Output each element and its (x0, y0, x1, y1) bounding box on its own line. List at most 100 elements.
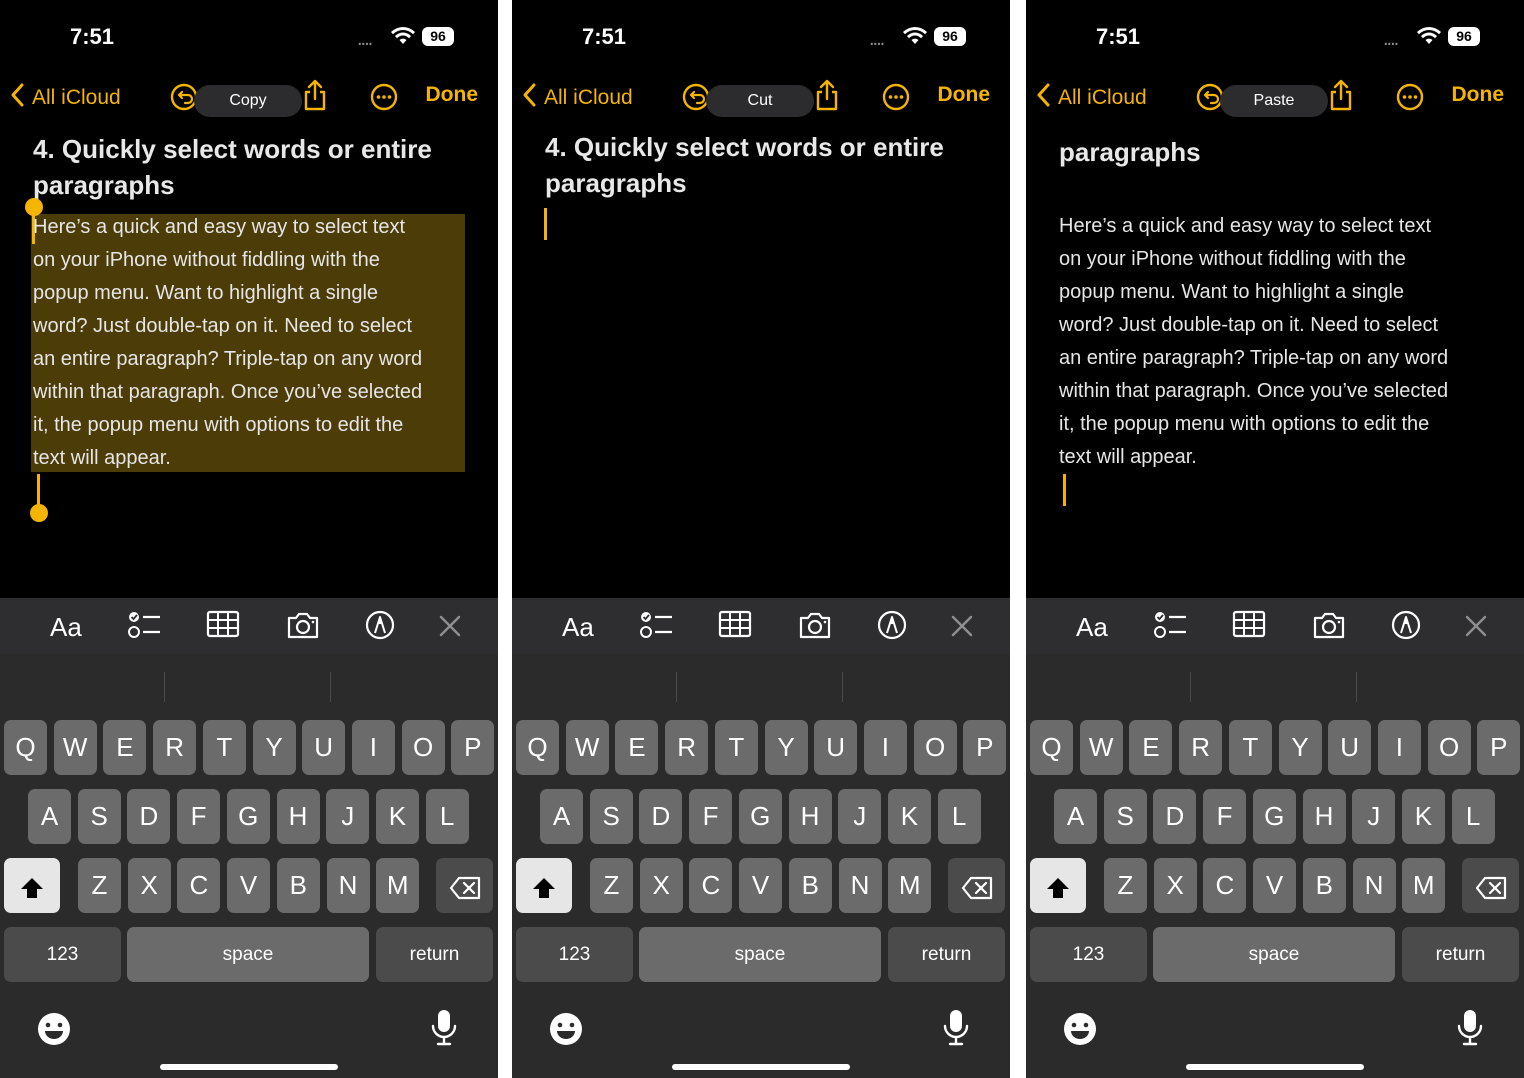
key-s[interactable]: S (77, 789, 121, 844)
key-z[interactable]: Z (1104, 858, 1147, 913)
key-u[interactable]: U (1328, 720, 1372, 775)
shift-key[interactable] (1030, 858, 1086, 913)
key-c[interactable]: C (689, 858, 733, 913)
done-button[interactable]: Done (426, 83, 479, 107)
key-i[interactable]: I (1377, 720, 1421, 775)
key-f[interactable]: F (177, 789, 221, 844)
key-b[interactable]: B (1302, 858, 1346, 913)
key-d[interactable]: D (639, 789, 683, 844)
key-t[interactable]: T (202, 720, 246, 775)
space-key[interactable]: space (1153, 927, 1395, 982)
key-c[interactable]: C (1203, 858, 1247, 913)
key-n[interactable]: N (838, 858, 882, 913)
key-j[interactable]: J (838, 789, 882, 844)
close-icon[interactable] (438, 614, 462, 643)
numbers-key[interactable]: 123 (516, 927, 633, 982)
edit-menu-paste-button[interactable]: Paste (1220, 85, 1328, 117)
key-l[interactable]: L (1451, 789, 1495, 844)
table-icon[interactable] (206, 610, 240, 643)
table-icon[interactable] (718, 610, 752, 643)
numbers-key[interactable]: 123 (1030, 927, 1147, 982)
key-e[interactable]: E (615, 720, 659, 775)
key-w[interactable]: W (53, 720, 97, 775)
key-w[interactable]: W (565, 720, 609, 775)
key-y[interactable]: Y (252, 720, 296, 775)
key-l[interactable]: L (937, 789, 981, 844)
checklist-icon[interactable] (640, 610, 674, 645)
key-j[interactable]: J (1352, 789, 1396, 844)
mic-icon[interactable] (1457, 1008, 1483, 1051)
key-m[interactable]: M (376, 858, 420, 913)
table-icon[interactable] (1232, 610, 1266, 643)
markup-icon[interactable] (877, 610, 907, 645)
emoji-icon[interactable] (36, 1011, 72, 1052)
share-icon[interactable] (814, 79, 840, 116)
close-icon[interactable] (950, 614, 974, 643)
key-a[interactable]: A (28, 789, 71, 844)
checklist-icon[interactable] (1154, 610, 1188, 645)
key-d[interactable]: D (127, 789, 171, 844)
back-button[interactable]: All iCloud (10, 83, 121, 113)
key-r[interactable]: R (153, 720, 197, 775)
key-o[interactable]: O (401, 720, 445, 775)
key-s[interactable]: S (1103, 789, 1147, 844)
key-k[interactable]: K (375, 789, 419, 844)
key-x[interactable]: X (639, 858, 683, 913)
key-i[interactable]: I (863, 720, 907, 775)
key-e[interactable]: E (1129, 720, 1173, 775)
key-n[interactable]: N (1352, 858, 1396, 913)
key-t[interactable]: T (714, 720, 758, 775)
key-i[interactable]: I (351, 720, 395, 775)
edit-menu-cut-button[interactable]: Cut (706, 85, 814, 117)
key-e[interactable]: E (103, 720, 147, 775)
close-icon[interactable] (1464, 614, 1488, 643)
space-key[interactable]: space (639, 927, 881, 982)
key-m[interactable]: M (888, 858, 932, 913)
key-p[interactable]: P (963, 720, 1007, 775)
more-icon[interactable] (1396, 83, 1424, 116)
format-text-button[interactable]: Aa (50, 612, 82, 643)
delete-key[interactable] (948, 858, 1005, 913)
key-y[interactable]: Y (764, 720, 808, 775)
key-a[interactable]: A (1054, 789, 1097, 844)
emoji-icon[interactable] (548, 1011, 584, 1052)
mic-icon[interactable] (431, 1008, 457, 1051)
note-body[interactable]: Here’s a quick and easy way to select te… (1059, 210, 1491, 474)
key-t[interactable]: T (1228, 720, 1272, 775)
return-key[interactable]: return (376, 927, 493, 982)
key-a[interactable]: A (540, 789, 583, 844)
key-d[interactable]: D (1153, 789, 1197, 844)
more-icon[interactable] (882, 83, 910, 116)
key-q[interactable]: Q (4, 720, 47, 775)
back-button[interactable]: All iCloud (522, 83, 633, 113)
checklist-icon[interactable] (128, 610, 162, 645)
key-k[interactable]: K (887, 789, 931, 844)
numbers-key[interactable]: 123 (4, 927, 121, 982)
key-h[interactable]: H (788, 789, 832, 844)
key-p[interactable]: P (1477, 720, 1521, 775)
done-button[interactable]: Done (1452, 83, 1505, 107)
key-v[interactable]: V (1253, 858, 1297, 913)
key-o[interactable]: O (913, 720, 957, 775)
key-x[interactable]: X (127, 858, 171, 913)
camera-icon[interactable] (1311, 610, 1347, 645)
key-s[interactable]: S (589, 789, 633, 844)
key-p[interactable]: P (451, 720, 495, 775)
camera-icon[interactable] (285, 610, 321, 645)
key-o[interactable]: O (1427, 720, 1471, 775)
key-v[interactable]: V (739, 858, 783, 913)
return-key[interactable]: return (1402, 927, 1519, 982)
delete-key[interactable] (1462, 858, 1519, 913)
key-b[interactable]: B (276, 858, 320, 913)
key-g[interactable]: G (738, 789, 782, 844)
key-l[interactable]: L (425, 789, 469, 844)
key-b[interactable]: B (788, 858, 832, 913)
markup-icon[interactable] (365, 610, 395, 645)
key-h[interactable]: H (276, 789, 320, 844)
key-h[interactable]: H (1302, 789, 1346, 844)
key-u[interactable]: U (814, 720, 858, 775)
key-z[interactable]: Z (78, 858, 121, 913)
key-f[interactable]: F (1203, 789, 1247, 844)
share-icon[interactable] (302, 79, 328, 116)
markup-icon[interactable] (1391, 610, 1421, 645)
